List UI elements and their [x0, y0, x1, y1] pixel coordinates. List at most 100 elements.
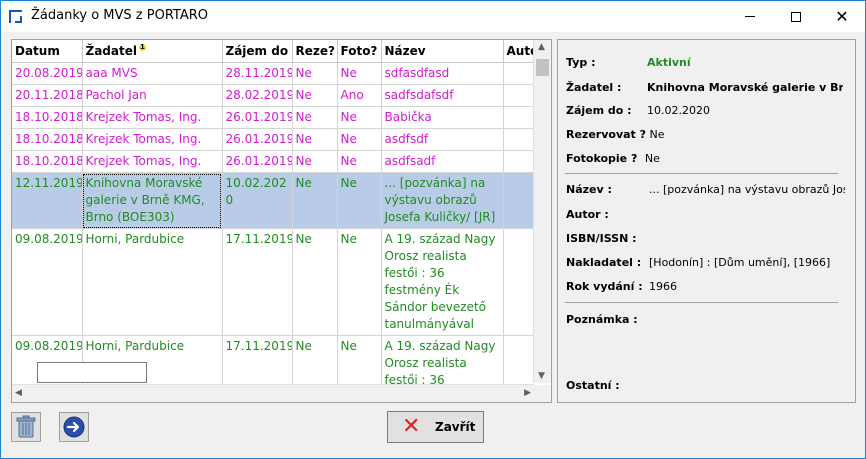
detail-nazev: Název : [566, 183, 612, 196]
column-header-nazev[interactable]: Název [381, 40, 504, 63]
column-header-zadatel[interactable]: Žadatel 1 [82, 40, 223, 63]
cell-zadatel[interactable]: aaa MVS [82, 62, 223, 85]
cell-nazev[interactable]: ... [pozvánka] na výstavu obrazů Josefa … [381, 172, 504, 229]
cell-foto[interactable]: Ano [337, 84, 382, 107]
cell-zajem[interactable]: 17.11.2019 [222, 228, 293, 336]
vertical-scroll-thumb[interactable] [536, 59, 549, 76]
cell-reze[interactable]: Ne [292, 150, 338, 173]
cell-edit-input[interactable] [37, 362, 147, 383]
minimize-icon [745, 16, 755, 17]
detail-panel: Typ : Aktivní Žadatel : Knihovna Moravsk… [557, 39, 856, 403]
detail-ostatni: Ostatní : [566, 379, 620, 392]
delete-button[interactable] [11, 412, 41, 442]
cell-datum[interactable]: 18.10.2018 [12, 150, 83, 173]
window-close-button[interactable]: ✕ [819, 1, 865, 32]
cell-zajem[interactable]: 26.01.2019 [222, 128, 293, 151]
sort-order-badge: 1 [138, 43, 146, 51]
close-button[interactable]: ✕ Zavřít [387, 411, 484, 443]
arrow-right-circle-icon [63, 416, 85, 438]
cell-foto[interactable]: Ne [337, 150, 382, 173]
table-row[interactable]: 18.10.2018 Krejzek Tomas, Ing. 26.01.2019 N… [12, 106, 551, 129]
column-header-datum[interactable]: Datum [12, 40, 83, 63]
scrollbar-corner [534, 385, 551, 402]
detail-zadatel-value: Knihovna Moravské galerie v Brně KMG [647, 81, 843, 94]
cell-datum[interactable]: 18.10.2018 [12, 106, 83, 129]
cell-reze[interactable]: Ne [292, 62, 338, 85]
minimize-button[interactable] [727, 1, 773, 32]
cell-zajem[interactable]: 26.01.2019 [222, 106, 293, 129]
requests-grid[interactable]: Datum Žadatel 1 Zájem do Reze? Foto? Náze… [11, 39, 552, 403]
detail-fotokopie-value: Ne [644, 152, 660, 165]
detail-zajem: Zájem do : [566, 104, 632, 117]
detail-nakladatel-value: [Hodonín] : [Dům umění], [1966] [649, 256, 831, 269]
detail-rezervovat: Rezervovat ? Ne [566, 128, 665, 141]
cell-datum[interactable]: 20.08.2019 [12, 62, 83, 85]
close-icon: ✕ [835, 6, 849, 26]
column-header-foto[interactable]: Foto? [337, 40, 382, 63]
cell-zajem[interactable]: 10.02.2020 [222, 172, 293, 229]
cell-zajem[interactable]: 28.11.2019 [222, 62, 293, 85]
cell-nazev[interactable]: A 19. század Nagy Orosz realista festői … [381, 228, 504, 336]
cell-datum[interactable]: 18.10.2018 [12, 128, 83, 151]
detail-typ: Typ : [566, 56, 596, 69]
maximize-button[interactable] [773, 1, 819, 32]
window-title: Žádanky o MVS z PORTARO [31, 8, 209, 23]
table-row[interactable]: 18.10.2018 Krejzek Tomas, Ing. 26.01.2019 N… [12, 150, 551, 173]
table-row[interactable]: 20.08.2019 aaa MVS 28.11.2019 Ne Ne sdfasdfas… [12, 62, 551, 85]
column-header-zajem[interactable]: Zájem do [222, 40, 293, 63]
cell-nazev[interactable]: Babička [381, 106, 504, 129]
cell-zajem[interactable]: 26.01.2019 [222, 150, 293, 173]
column-header-reze[interactable]: Reze? [292, 40, 338, 63]
title-bar: Žádanky o MVS z PORTARO ✕ [1, 1, 865, 32]
cell-zadatel[interactable]: Krejzek Tomas, Ing. [82, 106, 223, 129]
table-row[interactable]: 18.10.2018 Krejzek Tomas, Ing. 26.01.2019 N… [12, 128, 551, 151]
cell-nazev[interactable]: asdfsadf [381, 150, 504, 173]
detail-typ-value: Aktivní [647, 56, 691, 69]
scroll-up-arrow-icon[interactable]: ▲ [538, 42, 545, 52]
cell-nazev[interactable]: asdfsdf [381, 128, 504, 151]
app-icon [9, 10, 22, 23]
cell-reze[interactable]: Ne [292, 172, 338, 229]
cell-zajem[interactable]: 28.02.2019 [222, 84, 293, 107]
table-row[interactable]: 12.11.2019 Knihovna Moravské galerie v Br… [12, 172, 551, 229]
maximize-icon [791, 11, 801, 22]
cell-nazev[interactable]: sdfasdfasd [381, 62, 504, 85]
requests-table: Datum Žadatel 1 Zájem do Reze? Foto? Náze… [12, 40, 551, 402]
cell-reze[interactable]: Ne [292, 106, 338, 129]
forward-button[interactable] [59, 412, 89, 442]
cell-zadatel[interactable]: Knihovna Moravské galerie v Brně KMG, Br… [82, 172, 223, 229]
red-x-icon: ✕ [402, 414, 421, 439]
cell-zadatel[interactable]: Krejzek Tomas, Ing. [82, 150, 223, 173]
cell-zadatel[interactable]: Horni, Pardubice [82, 228, 223, 336]
cell-foto[interactable]: Ne [337, 62, 382, 85]
detail-rok-value: 1966 [649, 280, 677, 293]
detail-zajem-value: 10.02.2020 [647, 104, 710, 117]
scroll-right-arrow-icon[interactable]: ▶ [524, 388, 531, 398]
cell-nazev[interactable]: sadfsdafsdf [381, 84, 504, 107]
cell-foto[interactable]: Ne [337, 172, 382, 229]
cell-zadatel[interactable]: Pachol Jan [82, 84, 223, 107]
horizontal-scrollbar[interactable]: ◀ ▶ [12, 384, 534, 402]
detail-nazev-value: ... [pozvánka] na výstavu obrazů Josefa … [649, 183, 845, 196]
cell-datum[interactable]: 20.11.2018 [12, 84, 83, 107]
cell-foto[interactable]: Ne [337, 228, 382, 336]
cell-reze[interactable]: Ne [292, 84, 338, 107]
cell-foto[interactable]: Ne [337, 106, 382, 129]
cell-datum[interactable]: 12.11.2019 [12, 172, 83, 229]
detail-zadatel: Žadatel : [566, 81, 622, 94]
cell-foto[interactable]: Ne [337, 128, 382, 151]
cell-reze[interactable]: Ne [292, 128, 338, 151]
scroll-left-arrow-icon[interactable]: ◀ [15, 388, 22, 398]
vertical-scrollbar[interactable]: ▲ ▼ [533, 40, 551, 383]
table-row[interactable]: 09.08.2019 Horni, Pardubice 17.11.2019 Ne Ne… [12, 228, 551, 336]
detail-separator [565, 173, 838, 174]
scroll-down-arrow-icon[interactable]: ▼ [538, 371, 545, 381]
detail-rok: Rok vydání : [566, 280, 643, 293]
cell-reze[interactable]: Ne [292, 228, 338, 336]
detail-poznamka: Poznámka : [566, 313, 638, 326]
detail-autor: Autor : [566, 208, 609, 221]
cell-zadatel[interactable]: Krejzek Tomas, Ing. [82, 128, 223, 151]
table-row[interactable]: 20.11.2018 Pachol Jan 28.02.2019 Ne Ano sadfs… [12, 84, 551, 107]
cell-datum[interactable]: 09.08.2019 [12, 228, 83, 336]
trash-icon [16, 415, 36, 438]
